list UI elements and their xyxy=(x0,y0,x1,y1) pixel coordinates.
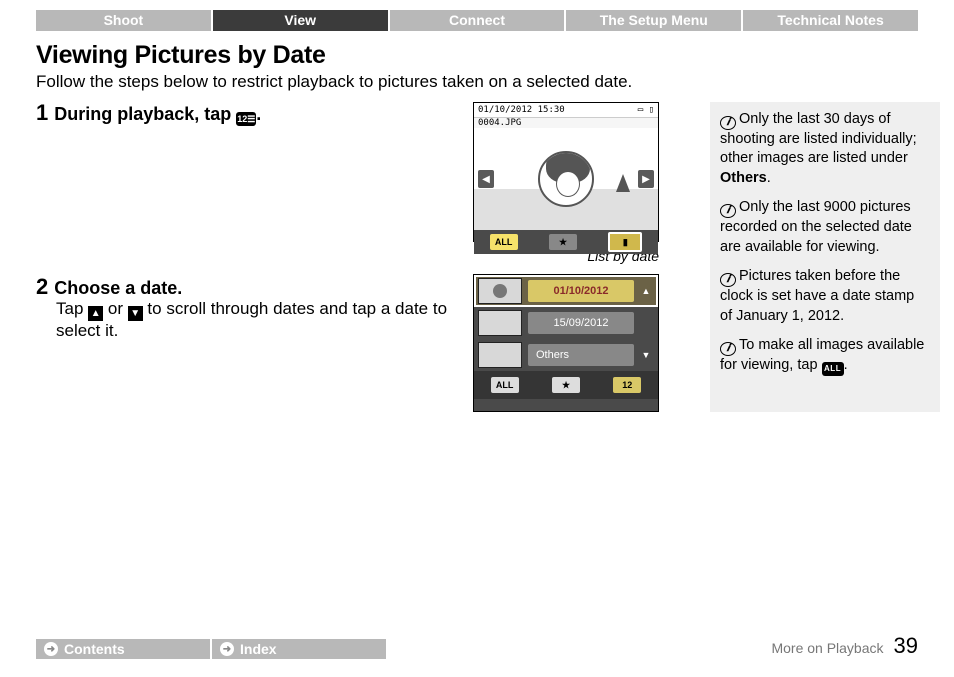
note-icon: 𝒊 xyxy=(720,116,736,130)
date-thumb-others xyxy=(478,342,522,368)
scroll-up-icon: ▲ xyxy=(640,286,652,296)
page-heading: Viewing Pictures by Date xyxy=(36,41,918,70)
date-row-2: 15/09/2012 xyxy=(474,307,658,339)
scroll-down-icon: ▼ xyxy=(640,350,652,360)
arrow-circle-icon: ➜ xyxy=(220,642,234,656)
step-2-title: Choose a date. xyxy=(54,278,182,299)
all-filter-button: ALL xyxy=(490,234,518,250)
top-tabs: Shoot View Connect The Setup Menu Techni… xyxy=(36,10,918,31)
step-2-number: 2 xyxy=(36,276,48,298)
page-number: 39 xyxy=(894,633,918,659)
all-filter-button-2: ALL xyxy=(491,377,519,393)
tab-technotes[interactable]: Technical Notes xyxy=(743,10,918,31)
star-filter-button: ★ xyxy=(549,234,577,250)
prev-image-button: ◀ xyxy=(478,170,494,188)
side-notes: 𝒊Only the last 30 days of shooting are l… xyxy=(710,102,940,412)
date-row-selected: 01/10/2012 ▲ xyxy=(474,275,658,307)
index-label: Index xyxy=(240,641,277,657)
date-thumb-2 xyxy=(478,310,522,336)
star-filter-button-2: ★ xyxy=(552,377,580,393)
others-button: Others xyxy=(528,344,634,366)
step-2-body-before: Tap xyxy=(56,299,88,318)
calendar-list-icon: 12☰ xyxy=(236,112,256,126)
contents-link[interactable]: ➜ Contents xyxy=(36,639,210,659)
step-1-number: 1 xyxy=(36,102,48,124)
note-icon: 𝒊 xyxy=(720,204,736,218)
step-1-text-after: . xyxy=(256,104,261,124)
tab-shoot[interactable]: Shoot xyxy=(36,10,211,31)
section-name: More on Playback xyxy=(771,640,883,656)
all-pill-icon: ALL xyxy=(822,362,844,376)
shot-datetime: 01/10/2012 15:30 xyxy=(478,105,565,115)
arrow-circle-icon: ➜ xyxy=(44,642,58,656)
index-link[interactable]: ➜ Index xyxy=(212,639,386,659)
next-image-button: ▶ xyxy=(638,170,654,188)
contents-label: Contents xyxy=(64,641,125,657)
date-thumb-1 xyxy=(478,278,522,304)
date-row-others: Others ▼ xyxy=(474,339,658,371)
shot-status-icons: ▭ ▯ xyxy=(638,105,654,115)
note-2: Only the last 9000 pictures recorded on … xyxy=(720,199,912,254)
list-by-date-button: ▮ xyxy=(608,232,642,252)
shot-filename: 0004.JPG xyxy=(474,118,658,128)
sample-portrait xyxy=(538,151,594,207)
step-1-text-before: During playback, tap xyxy=(54,104,236,124)
note-1-others: Others xyxy=(720,170,767,186)
note-icon: 𝒊 xyxy=(720,273,736,287)
down-arrow-icon: ▼ xyxy=(128,306,143,321)
step-1: 1 During playback, tap 12☰. xyxy=(36,102,461,126)
note-1c: . xyxy=(767,170,771,186)
date-button-2: 15/09/2012 xyxy=(528,312,634,334)
date-filter-button-2: 12 xyxy=(613,377,641,393)
date-button-1: 01/10/2012 xyxy=(528,280,634,302)
note-icon: 𝒊 xyxy=(720,342,736,356)
page-footer: ➜ Contents ➜ Index More on Playback 39 xyxy=(36,633,918,659)
tab-view[interactable]: View xyxy=(213,10,388,31)
step-2-body-mid: or xyxy=(103,299,128,318)
note-4b: . xyxy=(844,357,848,373)
screenshot-playback: 01/10/2012 15:30 ▭ ▯ 0004.JPG ◀ ▶ ALL ★ … xyxy=(473,102,659,242)
note-3: Pictures taken before the clock is set h… xyxy=(720,268,914,323)
tab-connect[interactable]: Connect xyxy=(390,10,565,31)
tab-setup[interactable]: The Setup Menu xyxy=(566,10,741,31)
note-1a: Only the last 30 days of shooting are li… xyxy=(720,111,917,166)
intro-text: Follow the steps below to restrict playb… xyxy=(36,72,918,92)
sailboat-icon xyxy=(616,174,630,192)
step-2: 2 Choose a date. Tap ▲ or ▼ to scroll th… xyxy=(36,276,461,341)
up-arrow-icon: ▲ xyxy=(88,306,103,321)
screenshot-date-list: 01/10/2012 ▲ 15/09/2012 Others ▼ ALL ★ 1… xyxy=(473,274,659,412)
